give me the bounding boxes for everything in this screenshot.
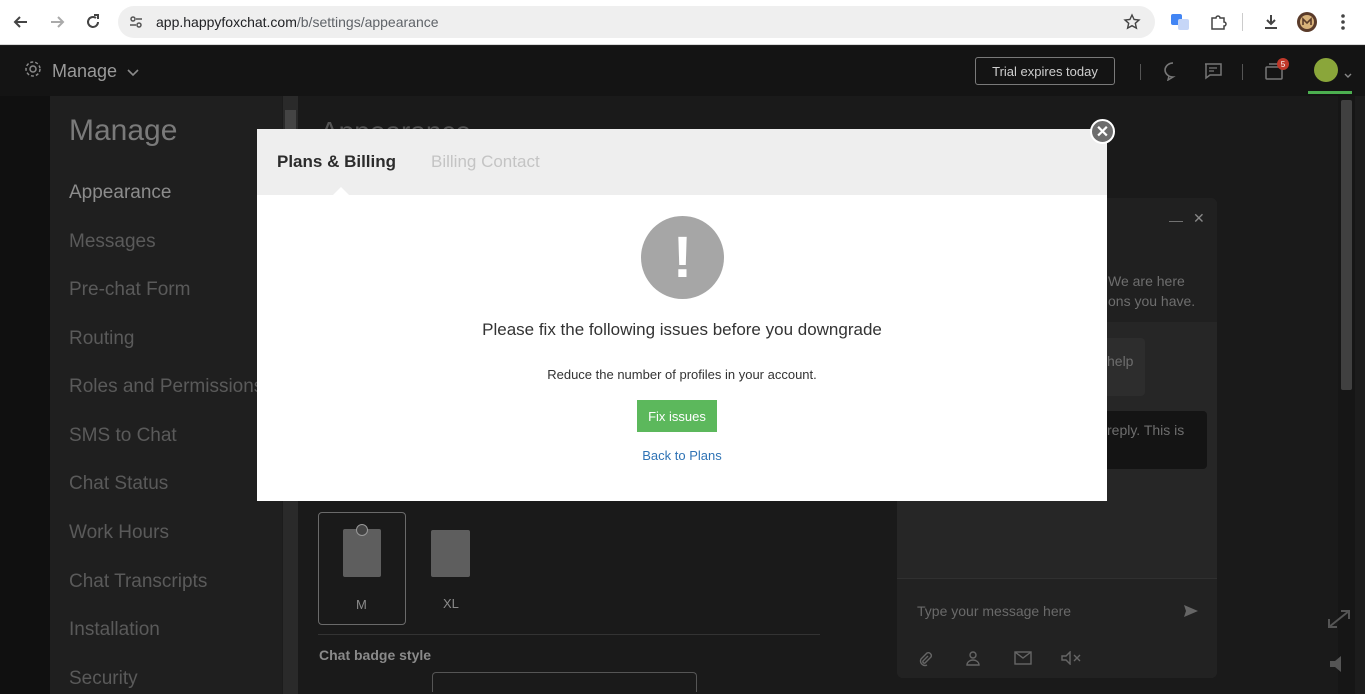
radio-indicator [356, 524, 368, 536]
manage-menu[interactable]: Manage [24, 60, 139, 83]
agent-message-text: help [1107, 353, 1134, 369]
sidebar-item-routing[interactable]: Routing [69, 328, 135, 350]
bookmark-star-icon[interactable] [1123, 13, 1141, 36]
modal-heading: Please fix the following issues before y… [482, 320, 882, 339]
chat-badge-style-select[interactable] [432, 672, 697, 692]
attachment-icon[interactable] [917, 651, 933, 667]
left-strip [0, 96, 50, 694]
messages-icon[interactable] [1201, 59, 1225, 83]
user-icon[interactable] [965, 650, 981, 666]
widget-intro-line2: ons you have. [1108, 293, 1196, 309]
widget-size-m-option[interactable]: M [318, 512, 406, 625]
send-icon[interactable] [1183, 603, 1199, 619]
browser-menu-icon[interactable] [1331, 10, 1355, 34]
settings-sidebar: Manage Appearance Messages Pre-chat Form… [50, 96, 282, 694]
widget-intro-line1: We are here [1108, 273, 1185, 289]
chat-bubble-icon[interactable] [1161, 59, 1185, 83]
main-scroll-thumb[interactable] [1341, 100, 1352, 390]
sidebar-item-messages[interactable]: Messages [69, 231, 156, 253]
chat-badge-style-heading: Chat badge style [319, 647, 432, 663]
translate-extension-icon[interactable] [1168, 10, 1192, 34]
modal-tab-bar: Plans & Billing Billing Contact [257, 129, 1107, 195]
chevron-down-icon [1344, 66, 1352, 84]
size-m-thumbnail [343, 529, 381, 577]
widget-input-area: Type your message here [897, 578, 1217, 678]
sidebar-item-chat-transcripts[interactable]: Chat Transcripts [69, 571, 207, 593]
tab-plans-billing[interactable]: Plans & Billing [277, 152, 396, 172]
manage-menu-label: Manage [52, 61, 118, 81]
active-tab-caret [333, 187, 349, 195]
volume-icon[interactable] [1328, 654, 1350, 679]
close-icon[interactable]: ✕ [1090, 119, 1115, 144]
trial-expires-button[interactable]: Trial expires today [975, 57, 1115, 85]
address-bar[interactable]: app.happyfoxchat.com/b/settings/appearan… [118, 6, 1155, 38]
close-icon[interactable]: ✕ [1193, 210, 1205, 227]
warning-icon: ! [641, 216, 724, 299]
tab-billing-contact[interactable]: Billing Contact [431, 152, 540, 172]
minimize-icon[interactable]: — [1169, 212, 1183, 228]
sidebar-item-chat-status[interactable]: Chat Status [69, 473, 168, 495]
warning-glyph: ! [672, 225, 693, 290]
sidebar-item-pre-chat-form[interactable]: Pre-chat Form [69, 279, 190, 301]
download-icon[interactable] [1259, 10, 1283, 34]
back-icon[interactable] [9, 10, 33, 34]
issue-message: Reduce the number of profiles in your ac… [547, 367, 817, 382]
header-divider [1242, 64, 1243, 80]
reload-icon[interactable] [81, 10, 105, 34]
sidebar-item-security[interactable]: Security [69, 668, 138, 690]
notification-badge: 5 [1277, 58, 1289, 70]
extensions-puzzle-icon[interactable] [1206, 10, 1230, 34]
expand-icon[interactable] [1326, 608, 1352, 635]
header-divider [1140, 64, 1141, 80]
url-text: app.happyfoxchat.com/b/settings/appearan… [156, 14, 439, 30]
user-avatar-menu[interactable] [1308, 54, 1352, 94]
site-info-icon[interactable] [128, 14, 144, 35]
sidebar-item-sms-to-chat[interactable]: SMS to Chat [69, 425, 177, 447]
visitor-message-text: reply. This is [1107, 422, 1185, 438]
profile-avatar-icon[interactable] [1295, 10, 1319, 34]
fix-issues-button[interactable]: Fix issues [637, 400, 717, 432]
browser-toolbar: app.happyfoxchat.com/b/settings/appearan… [0, 0, 1365, 45]
size-xl-thumbnail[interactable] [431, 530, 470, 577]
app-header: Manage Trial expires today 5 [0, 46, 1365, 96]
avatar [1314, 58, 1338, 82]
back-to-plans-link[interactable]: Back to Plans [257, 448, 1107, 463]
toolbar-divider [1242, 13, 1243, 31]
forward-icon[interactable] [45, 10, 69, 34]
sidebar-item-work-hours[interactable]: Work Hours [69, 522, 169, 544]
visitor-message-bubble [1097, 411, 1207, 469]
email-icon[interactable] [1014, 651, 1032, 665]
sidebar-item-roles-and-permissions[interactable]: Roles and Permissions [69, 376, 263, 398]
section-divider [318, 634, 820, 635]
gear-icon [24, 60, 42, 83]
sidebar-item-installation[interactable]: Installation [69, 619, 160, 641]
mute-icon[interactable] [1061, 651, 1083, 665]
chevron-down-icon [127, 61, 139, 82]
size-m-label: M [356, 597, 367, 612]
sidebar-item-appearance[interactable]: Appearance [69, 182, 171, 204]
size-xl-label: XL [443, 596, 459, 611]
plans-billing-modal: Plans & Billing Billing Contact ! Please… [257, 129, 1107, 501]
message-input[interactable]: Type your message here [917, 603, 1071, 619]
sidebar-title: Manage [69, 114, 178, 147]
